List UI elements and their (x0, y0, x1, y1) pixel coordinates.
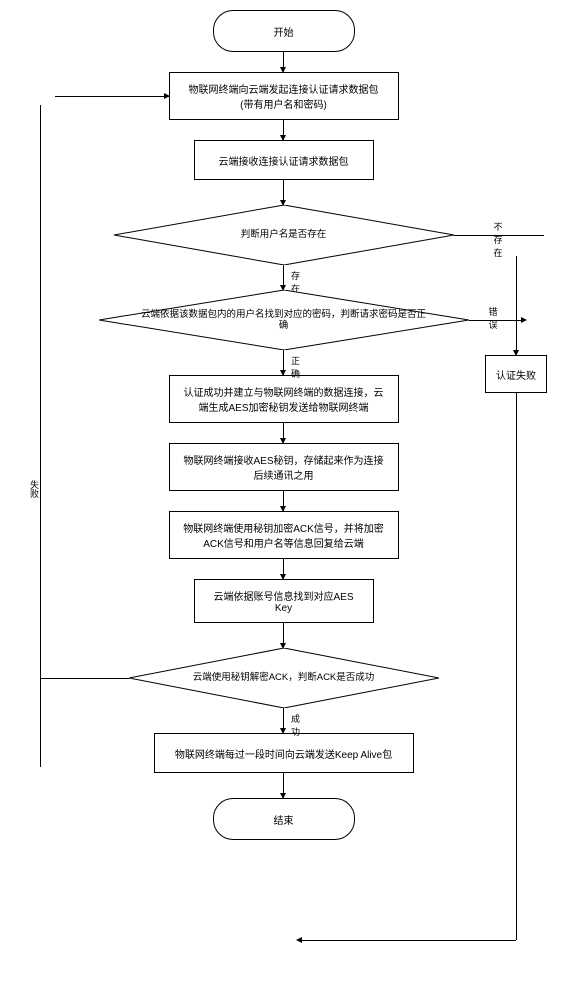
auth-fail-box: 认证失败 (485, 355, 547, 393)
decision3-label: 云端使用秘钥解密ACK，判断ACK是否成功 (153, 672, 415, 683)
step4-label: 物联网终端接收AES秘钥，存储起来作为连接后续通讯之用 (182, 452, 386, 482)
step3-label: 认证成功并建立与物联网终端的数据连接，云端生成AES加密秘钥发送给物联网终端 (182, 384, 386, 414)
step2-label: 云端接收连接认证请求数据包 (219, 153, 349, 168)
decision-password-correct: 云端依据该数据包内的用户名找到对应的密码，判断请求密码是否正确 错误 (99, 290, 469, 350)
step7-label: 物联网终端每过一段时间向云端发送Keep Alive包 (175, 746, 392, 761)
flowchart-container: 开始 物联网终端向云端发起连接认证请求数据包 (带有用户名和密码) 云端接收连接… (10, 10, 557, 840)
decision3-no-label: 失败 (28, 480, 41, 498)
end-label: 结束 (274, 812, 294, 827)
decision3-yes-label: 成功 (291, 712, 300, 738)
process-step1: 物联网终端向云端发起连接认证请求数据包 (带有用户名和密码) (169, 72, 399, 120)
arrow (283, 773, 284, 798)
process-step3: 认证成功并建立与物联网终端的数据连接，云端生成AES加密秘钥发送给物联网终端 (169, 375, 399, 423)
decision2-label: 云端依据该数据包内的用户名找到对应的密码，判断请求密码是否正确 (99, 309, 469, 332)
decision2-yes-label: 正确 (291, 354, 300, 380)
process-step2: 云端接收连接认证请求数据包 (194, 140, 374, 180)
auth-fail-label: 认证失败 (496, 367, 536, 382)
decision2-no-label: 错误 (489, 305, 498, 331)
arrow (283, 52, 284, 72)
decision1-no-label: 不存在 (494, 220, 503, 259)
process-step7: 物联网终端每过一段时间向云端发送Keep Alive包 (154, 733, 414, 773)
decision-ack-success: 云端使用秘钥解密ACK，判断ACK是否成功 (129, 648, 439, 708)
arrow (283, 423, 284, 443)
process-step4: 物联网终端接收AES秘钥，存储起来作为连接后续通讯之用 (169, 443, 399, 491)
process-step6: 云端依据账号信息找到对应AES Key (194, 579, 374, 623)
start-label: 开始 (274, 24, 294, 39)
loop-back-line (40, 105, 41, 767)
arrow: 成功 (283, 708, 284, 733)
step1-label: 物联网终端向云端发起连接认证请求数据包 (带有用户名和密码) (189, 81, 379, 111)
arrow (283, 180, 284, 205)
arrow: 正确 (283, 350, 284, 375)
arrow (283, 120, 284, 140)
end-terminator: 结束 (213, 798, 355, 840)
step6-label: 云端依据账号信息找到对应AES Key (207, 588, 361, 614)
decision-username-exists: 判断用户名是否存在 不存在 (114, 205, 454, 265)
arrow (283, 623, 284, 648)
decision1-label: 判断用户名是否存在 (201, 229, 367, 240)
arrow (283, 491, 284, 511)
process-step5: 物联网终端使用秘钥加密ACK信号，并将加密ACK信号和用户名等信息回复给云端 (169, 511, 399, 559)
start-terminator: 开始 (213, 10, 355, 52)
arrow: 存在 (283, 265, 284, 290)
arrow (283, 559, 284, 579)
step5-label: 物联网终端使用秘钥加密ACK信号，并将加密ACK信号和用户名等信息回复给云端 (182, 520, 386, 550)
